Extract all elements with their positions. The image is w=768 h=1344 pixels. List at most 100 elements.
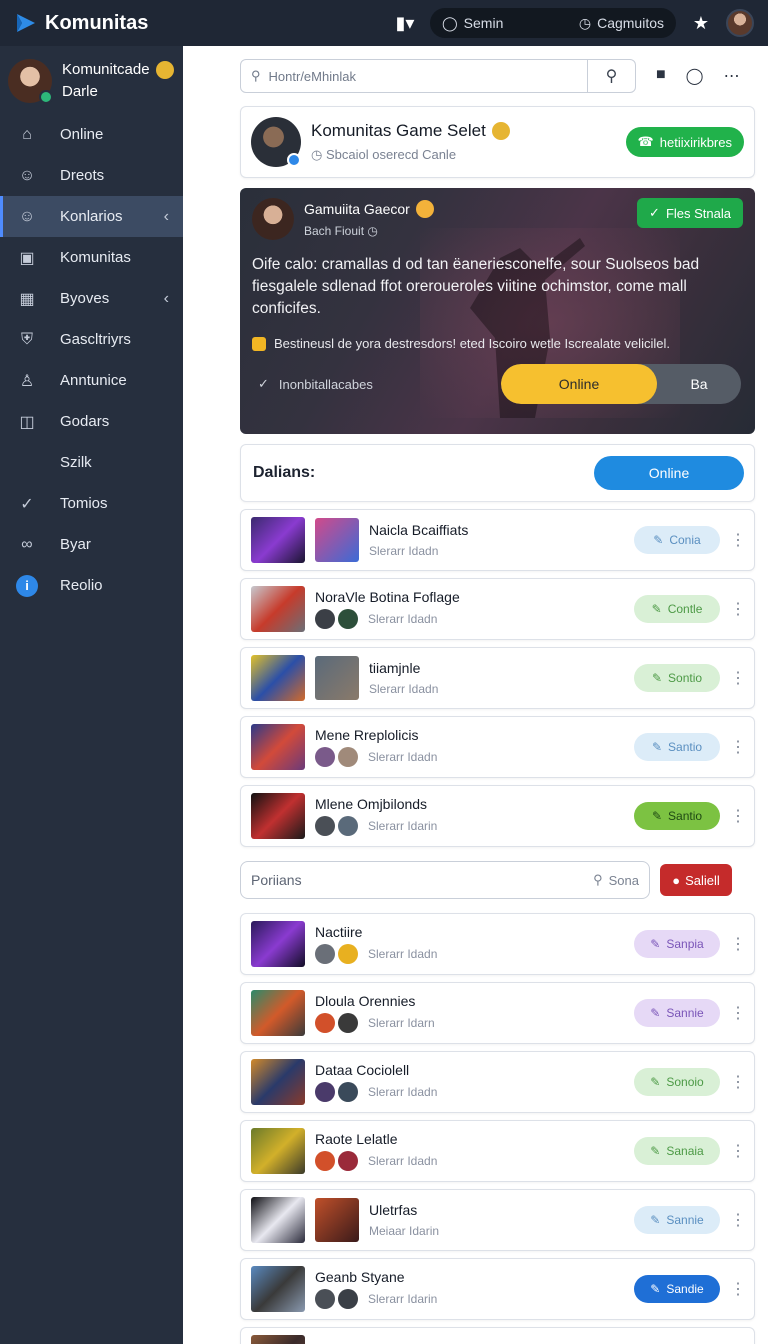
list-item-info: Nactiire Slerarr Idadn [315,924,437,964]
list-item[interactable]: Dataa Cociolell Slerarr Idadn ✎ Sonoio ⋮ [240,1051,755,1113]
search-icon: ⚲ [593,872,603,887]
brand-logo-icon [17,14,35,32]
sidebar: Komunitcade Darle ⌂ Online ☺ Dreots ☺ Konla… [0,46,183,1344]
status-pill-button[interactable]: ✎ Sontio [634,664,720,692]
status-pill-button[interactable]: ✎ Sonoio [634,1068,720,1096]
filter-input[interactable]: Poriians ⚲ Sona [240,861,650,899]
mini-avatar [338,1151,358,1171]
more-options-icon[interactable]: ⋮ [730,934,746,954]
sidebar-item-reolio[interactable]: i Reolio [0,565,183,606]
list-item-text: Uletrfas Meiaar Idarin [369,1202,439,1238]
status-pill-label: Santio [668,809,703,823]
user-name: Komunitcade [62,61,150,78]
more-options-icon[interactable]: ⋮ [730,599,746,619]
list-item-name: Dloula Orennies [315,993,416,1009]
list-item-text: Raote Lelatle Slerarr Idadn [315,1131,437,1171]
list-item[interactable]: Uletrfas Meiaar Idarin ✎ Sannie ⋮ [240,1189,755,1251]
star-icon[interactable]: ★ [690,13,712,34]
toggle-off[interactable]: Ba [657,364,741,404]
brand[interactable]: Komunitas [14,11,354,35]
account-seg[interactable]: ◯ Semin [442,15,503,32]
avatar[interactable] [726,9,754,37]
sidebar-item-dreots[interactable]: ☺ Dreots [0,155,183,196]
settings-seg[interactable]: ◷ Cagmuitos [579,15,664,32]
status-pill-button[interactable]: ✎ Santio [634,733,720,761]
chevron-left-icon: ‹ [163,207,169,225]
list-item-meta: Slerarr Idarn [315,1013,435,1033]
status-pill-button[interactable]: ✎ Sannie [634,1206,720,1234]
game-thumbnail-secondary [315,656,359,700]
list-item[interactable]: Geanb Styane Slerarr Idarin ✎ Sandie ⋮ [240,1258,755,1320]
sidebar-item-komunitas[interactable]: ▣ Komunitas [0,237,183,278]
more-options-icon[interactable]: ⋮ [730,1279,746,1299]
more-options-icon[interactable]: ⋮ [730,1003,746,1023]
mini-avatar [315,1151,335,1171]
status-pill-button[interactable]: ✎ Conia [634,526,720,554]
toggle-online[interactable]: Online [501,364,657,404]
messenger-button[interactable]: ☎ hetiixirikbres [625,127,744,157]
more-options-icon[interactable]: ⋮ [730,806,746,826]
clock-icon: ◷ [311,147,323,162]
more-icon[interactable]: ⋯ [724,66,740,86]
list-item-meta: Slerarr Idadn [315,1151,437,1171]
sidebar-item-byoves[interactable]: ▦ Byoves ‹ [0,278,183,319]
more-options-icon[interactable]: ⋮ [730,668,746,688]
status-pill-button[interactable]: ✎ Sanaia [634,1137,720,1165]
status-pill-button[interactable]: ✎ Sannie [634,999,720,1027]
game-thumbnail [251,655,305,701]
more-options-icon[interactable]: ⋮ [730,1141,746,1161]
game-thumbnail [251,1128,305,1174]
select-button[interactable]: ● Saliell [660,864,732,896]
sidebar-item-byar[interactable]: ∞ Byar [0,524,183,565]
list-item[interactable]: Raote Lelatle Slerarr Idadn ✎ Sanaia ⋮ [240,1120,755,1182]
sidebar-item-tomios[interactable]: ✓ Tomios [0,483,183,524]
search-button[interactable]: ⚲ [587,60,635,92]
sidebar-item-online[interactable]: ⌂ Online [0,114,183,155]
account-pill[interactable]: ◯ Semin ◷ Cagmuitos [430,8,676,38]
search-input[interactable]: ⚲ Hontr/eMhinlak ⚲ [240,59,636,93]
list-item[interactable]: NoraVle Botina Foflage Slerarr Idadn ✎ Cont… [240,578,755,640]
game-thumbnail-secondary [315,1198,359,1242]
list-item[interactable]: Naicla Bcaiffiats Slerarr Idadn ✎ Conia ⋮ [240,509,755,571]
sidebar-item-anntunice[interactable]: ♙ Anntunice [0,360,183,401]
sidebar-user[interactable]: Komunitcade Darle [0,46,183,114]
list-item-info: Mlene Omjbilonds Slerarr Idarin [315,796,437,836]
status-pill-button[interactable]: ✎ Sanpia [634,930,720,958]
online-button[interactable]: Online [594,456,744,490]
list-item[interactable]: Dloula Orennies Slerarr Idarn ✎ Sannie ⋮ [240,982,755,1044]
list-item[interactable]: tiiamjnle Slerarr Idadn ✎ Sontio ⋮ [240,647,755,709]
status-pill-label: Sanaia [666,1144,704,1158]
sidebar-item-szilk[interactable]: Szilk [0,442,183,483]
status-toggle[interactable]: Online Ba [501,364,741,404]
status-pill-button[interactable]: ✎ Santio [634,802,720,830]
sidebar-item-godars[interactable]: ◫ Godars [0,401,183,442]
more-options-icon[interactable]: ⋮ [730,1210,746,1230]
list-item[interactable]: Mlene Omjbilonds Slerarr Idarin ✎ Santio ⋮ [240,785,755,847]
video-icon[interactable]: ■ [656,66,666,86]
follow-button[interactable]: ✓ Fles Stnala [637,198,743,228]
hero-checkbox[interactable]: ✓ Inonbitallacabes [258,376,373,392]
list-item-name: Uletrfas [369,1202,418,1218]
online-status-icon [39,90,53,104]
game-thumbnail [251,724,305,770]
chat-icon[interactable]: ◯ [686,66,704,86]
sidebar-item-konlarios[interactable]: ☺ Konlarios ‹ [0,196,183,237]
sidebar-item-label: Byar [60,536,91,553]
hero-sub: Bach Fiouit [304,224,365,238]
status-pill-button[interactable]: ✎ Contle [634,595,720,623]
list-item[interactable]: Oelpie Onnnnicis⋮ [240,1327,755,1344]
more-options-icon[interactable]: ⋮ [730,1072,746,1092]
list-item[interactable]: Nactiire Slerarr Idadn ✎ Sanpia ⋮ [240,913,755,975]
list-item[interactable]: Mene Rreplolicis Slerarr Idadn ✎ Santio ⋮ [240,716,755,778]
hero-card: Gamuiita Gaecor Bach Fiouit ◷ ✓ Fles Stna… [240,188,755,434]
list-item-meta: Slerarr Idadn [315,1082,437,1102]
more-options-icon[interactable]: ⋮ [730,737,746,757]
status-pill-button[interactable]: ✎ Sandie [634,1275,720,1303]
list-item-info: Uletrfas Meiaar Idarin [315,1198,439,1242]
mini-avatars [315,1013,358,1033]
more-options-icon[interactable]: ⋮ [730,530,746,550]
bookmark-icon[interactable]: ▮▾ [394,13,416,34]
sidebar-item-gascltriyrs[interactable]: ⛨ Gascltriyrs [0,319,183,360]
verified-icon [287,153,301,167]
edit-icon: ✎ [653,533,664,547]
